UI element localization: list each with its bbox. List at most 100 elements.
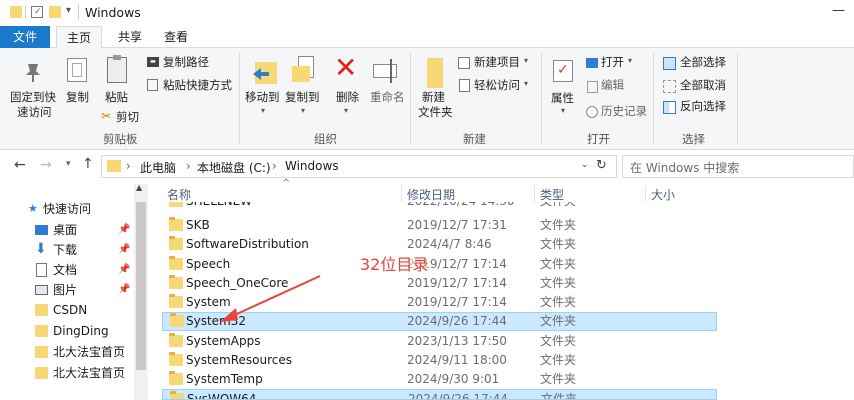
nav-scrollbar[interactable]: ▲: [134, 183, 148, 400]
group-label-clipboard: 剪贴板: [103, 132, 138, 146]
scroll-up-icon[interactable]: ▲: [136, 183, 142, 192]
paste-icon: [107, 55, 127, 83]
address-bar[interactable]: › 此电脑 › 本地磁盘 (C:) › Windows ⌄ ↻: [101, 155, 617, 178]
folder-icon: [169, 256, 183, 270]
file-name: SKB: [186, 218, 210, 232]
back-button[interactable]: ←: [14, 157, 26, 173]
cut-button[interactable]: 剪切: [116, 110, 139, 125]
copy-to-icon: [292, 56, 316, 84]
table-row[interactable]: SystemResources 2024/9/11 18:00 文件夹: [162, 351, 717, 370]
nav-item-downloads[interactable]: ⬇ 下载 📌: [0, 240, 134, 260]
chevron-down-icon: ▾: [524, 56, 529, 65]
recent-locations-button[interactable]: ▾: [66, 159, 71, 169]
breadcrumb-windows[interactable]: Windows: [285, 159, 339, 173]
new-folder-quick-icon[interactable]: [49, 6, 61, 18]
table-row[interactable]: SHELLNEW 2022/10/24 14:30 文件夹: [162, 202, 717, 214]
folder-icon: [169, 294, 183, 308]
tab-file[interactable]: 文件: [0, 26, 50, 48]
rename-icon: [373, 59, 397, 83]
breadcrumb-local-disk[interactable]: 本地磁盘 (C:): [197, 159, 271, 176]
properties-button[interactable]: 属性: [551, 91, 574, 106]
edit-button[interactable]: 编辑: [601, 78, 624, 93]
column-divider[interactable]: [534, 186, 535, 202]
tab-share[interactable]: 共享: [110, 26, 150, 48]
scrollbar-thumb[interactable]: [136, 202, 146, 370]
folder-icon: [170, 313, 184, 327]
pin-to-quick-access-button[interactable]: 固定到快: [10, 90, 56, 105]
navigation-pane: ★ 快速访问 桌面 📌 ⬇ 下载 📌 文档 📌 图片 📌 CSDN DingDi…: [0, 180, 148, 400]
picture-icon: [35, 285, 48, 295]
copy-to-button[interactable]: 复制到: [285, 90, 320, 105]
file-date: 2023/1/13 17:50: [407, 334, 507, 348]
column-header-size[interactable]: 大小: [651, 186, 675, 203]
move-to-button[interactable]: 移动到: [245, 90, 280, 105]
tab-view[interactable]: 查看: [156, 26, 196, 48]
invert-selection-button[interactable]: 反向选择: [680, 99, 726, 114]
customize-quick-access-icon[interactable]: ▾: [66, 5, 71, 16]
select-all-button[interactable]: 全部选择: [680, 55, 726, 70]
forward-button[interactable]: →: [40, 157, 52, 173]
rename-button[interactable]: 重命名: [370, 90, 405, 105]
address-dropdown-icon[interactable]: ⌄: [581, 160, 589, 170]
easy-access-button[interactable]: 轻松访问: [474, 78, 520, 93]
table-row[interactable]: SoftwareDistribution 2024/4/7 8:46 文件夹: [162, 235, 717, 254]
group-label-open: 打开: [587, 132, 610, 146]
column-divider[interactable]: [401, 186, 402, 202]
nav-item-dingding[interactable]: DingDing: [0, 321, 134, 341]
group-separator: [541, 53, 542, 145]
sort-ascending-icon: ^: [282, 178, 291, 189]
pin-icon: 📌: [118, 264, 131, 275]
table-row[interactable]: SKB 2019/12/7 17:31 文件夹: [162, 216, 717, 235]
pin-icon: 📌: [118, 224, 131, 235]
nav-quick-access[interactable]: ★ 快速访问: [0, 199, 134, 219]
search-box[interactable]: 在 Windows 中搜索: [622, 155, 854, 178]
select-none-button[interactable]: 全部取消: [680, 78, 726, 93]
file-type: 文件夹: [540, 257, 577, 271]
up-button[interactable]: ↑: [82, 156, 94, 172]
invert-selection-icon: [663, 101, 676, 114]
table-row[interactable]: SystemTemp 2024/9/30 9:01 文件夹: [162, 370, 717, 389]
file-name: SystemResources: [186, 353, 293, 367]
copy-path-icon: ▬: [147, 57, 159, 67]
breadcrumb-this-pc[interactable]: 此电脑: [140, 159, 176, 176]
ribbon-tabs: 文件 主页 共享 查看: [0, 26, 854, 49]
folder-icon: [35, 346, 48, 358]
desktop-icon: [35, 225, 48, 235]
copy-button[interactable]: 复制: [66, 90, 89, 105]
column-header-type[interactable]: 类型: [540, 186, 564, 203]
new-folder-button[interactable]: 新建: [422, 90, 445, 105]
column-divider[interactable]: [645, 186, 646, 202]
nav-item-pkulaw-1[interactable]: 北大法宝首页库: [0, 342, 134, 362]
search-input[interactable]: 在 Windows 中搜索: [630, 159, 739, 176]
file-date: 2024/9/26 17:44: [407, 314, 507, 328]
copy-path-button[interactable]: 复制路径: [163, 55, 209, 70]
paste-shortcut-button[interactable]: 粘贴快捷方式: [163, 78, 232, 93]
nav-item-pkulaw-2[interactable]: 北大法宝首页库: [0, 363, 134, 383]
new-item-button[interactable]: 新建项目: [474, 55, 520, 70]
file-date: 2019/12/7 17:31: [407, 218, 507, 232]
properties-quick-icon[interactable]: ✓: [31, 6, 43, 18]
properties-icon: ✓: [553, 60, 573, 82]
minimize-button[interactable]: —: [832, 3, 845, 18]
table-row-selected[interactable]: SysWOW64 2024/9/26 17:44 文件夹: [162, 389, 717, 400]
chevron-down-icon: ▾: [561, 106, 566, 115]
tab-home[interactable]: 主页: [56, 26, 102, 49]
nav-item-pictures[interactable]: 图片 📌: [0, 280, 134, 300]
file-date: 2019/12/7 17:14: [407, 295, 507, 309]
paste-button[interactable]: 粘贴: [105, 90, 128, 105]
column-header-name[interactable]: 名称: [167, 186, 191, 203]
nav-label: CSDN: [53, 303, 88, 317]
nav-item-desktop[interactable]: 桌面 📌: [0, 220, 134, 240]
history-button[interactable]: 历史记录: [601, 104, 647, 119]
refresh-icon[interactable]: ↻: [596, 158, 607, 173]
divider: [78, 5, 79, 19]
open-button[interactable]: 打开: [601, 55, 624, 70]
delete-button[interactable]: 删除: [336, 90, 359, 105]
nav-item-csdn[interactable]: CSDN: [0, 300, 134, 320]
file-type: 文件夹: [540, 353, 577, 367]
new-folder-icon: [427, 58, 443, 88]
nav-item-documents[interactable]: 文档 📌: [0, 260, 134, 280]
nav-label: 桌面: [53, 223, 78, 237]
column-header-modified[interactable]: 修改日期: [407, 186, 455, 203]
divider: [25, 5, 26, 19]
